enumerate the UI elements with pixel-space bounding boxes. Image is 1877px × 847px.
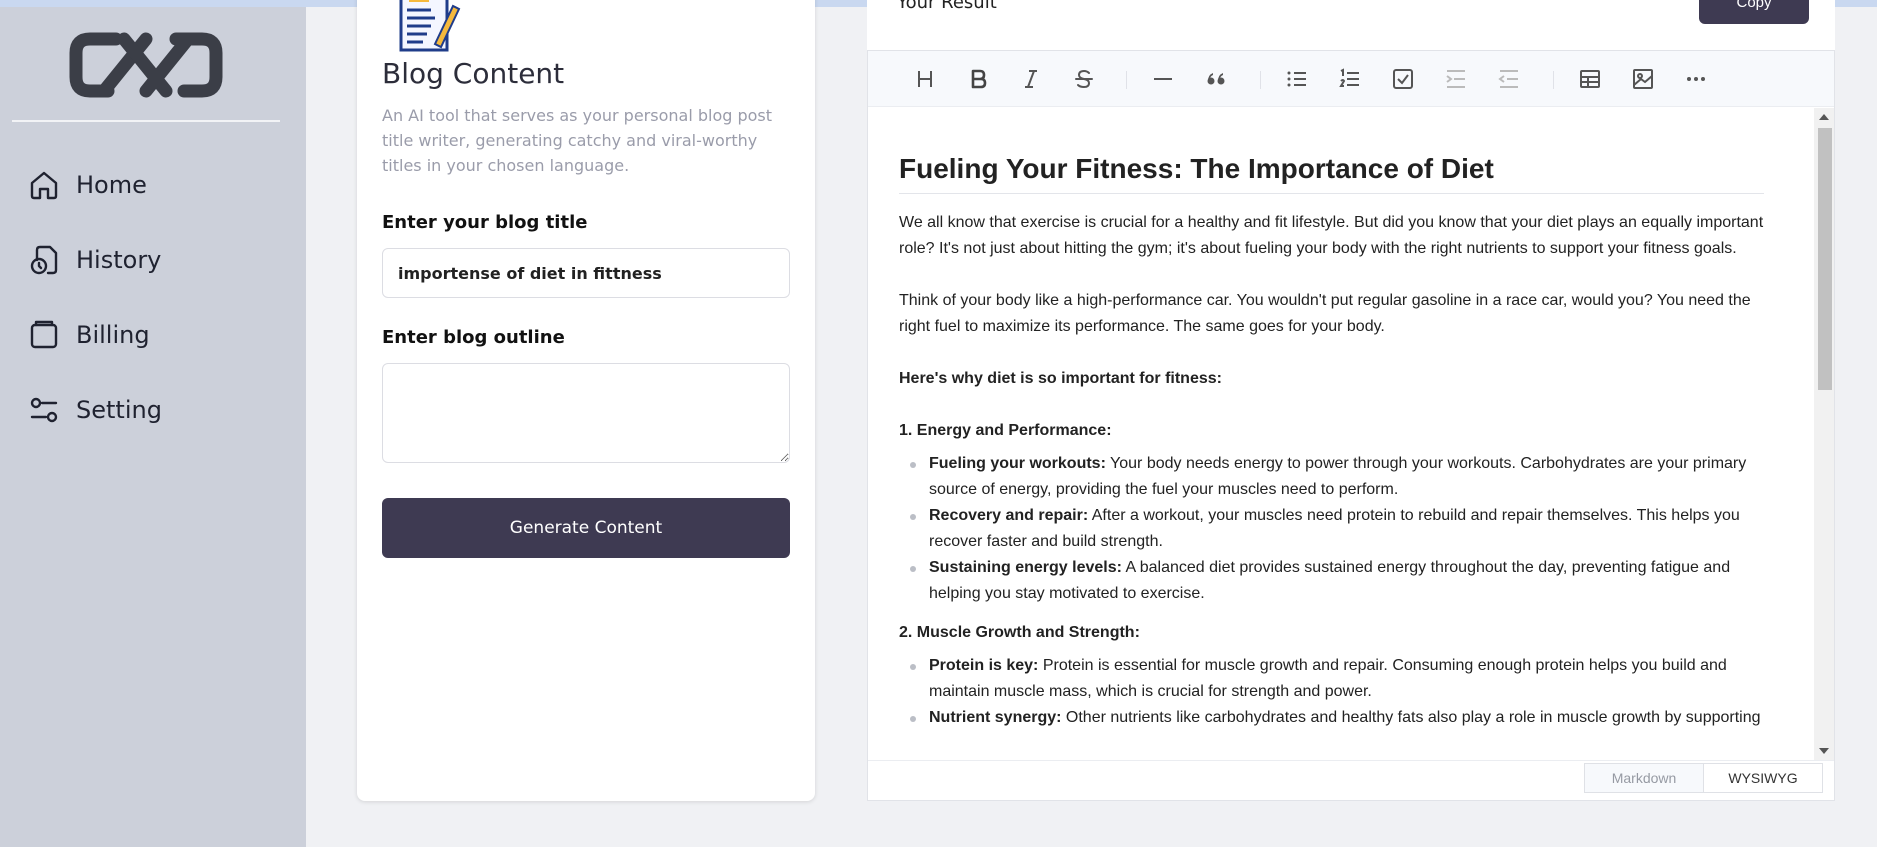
page-title: Blog Content	[382, 57, 565, 90]
blog-outline-label: Enter blog outline	[382, 327, 565, 348]
list-item: Recovery and repair: After a workout, yo…	[910, 503, 1764, 555]
blog-outline-textarea[interactable]	[382, 363, 790, 463]
sliders-icon	[30, 397, 58, 423]
sidebar-item-home[interactable]: Home	[28, 163, 278, 207]
bullet-list: Protein is key: Protein is essential for…	[899, 653, 1764, 731]
sidebar-item-label: History	[76, 246, 162, 274]
more-icon[interactable]	[1679, 62, 1713, 96]
home-icon	[30, 171, 58, 200]
strike-icon[interactable]	[1067, 62, 1101, 96]
copy-button[interactable]: Copy	[1699, 0, 1809, 24]
section-heading: 2. Muscle Growth and Strength:	[899, 624, 1140, 641]
scroll-up-arrow-icon[interactable]	[1819, 114, 1829, 120]
document-heading: Fueling Your Fitness: The Importance of …	[899, 153, 1764, 194]
result-title: Your Result	[897, 0, 997, 13]
sidebar-item-billing[interactable]: Billing	[28, 313, 278, 357]
bold-icon[interactable]	[961, 62, 995, 96]
blog-form-card: Blog Content An AI tool that serves as y…	[357, 0, 815, 801]
bullet-list-icon[interactable]	[1280, 62, 1314, 96]
quote-icon[interactable]	[1199, 62, 1233, 96]
blog-writing-icon	[399, 0, 461, 52]
editor-content[interactable]: Fueling Your Fitness: The Importance of …	[868, 108, 1814, 760]
history-icon	[30, 245, 58, 275]
list-item: Nutrient synergy: Other nutrients like c…	[910, 705, 1764, 731]
editor-toolbar	[868, 51, 1834, 107]
chain-link-logo-icon[interactable]	[68, 29, 224, 101]
generate-content-button[interactable]: Generate Content	[382, 498, 790, 558]
result-panel: Your Result Copy Fueling Your Fitness: T…	[867, 0, 1835, 801]
sidebar-item-label: Home	[76, 171, 147, 199]
sidebar: Home History Billing Setting	[0, 7, 306, 847]
tab-markdown[interactable]: Markdown	[1584, 763, 1704, 793]
scroll-down-arrow-icon[interactable]	[1819, 748, 1829, 754]
task-list-icon[interactable]	[1386, 62, 1420, 96]
section-intro: Here's why diet is so important for fitn…	[899, 370, 1222, 387]
sidebar-item-history[interactable]: History	[28, 238, 278, 282]
indent-icon[interactable]	[1439, 62, 1473, 96]
table-icon[interactable]	[1573, 62, 1607, 96]
editor-mode-switch: Markdown WYSIWYG	[868, 760, 1834, 800]
editor-scrollbar[interactable]	[1814, 108, 1834, 760]
outdent-icon[interactable]	[1492, 62, 1526, 96]
list-item: Fueling your workouts: Your body needs e…	[910, 451, 1764, 503]
paragraph: Think of your body like a high-performan…	[899, 292, 1751, 335]
toolbar-divider	[1126, 71, 1127, 89]
toolbar-divider	[1260, 71, 1261, 89]
hr-icon[interactable]	[1146, 62, 1180, 96]
blog-title-label: Enter your blog title	[382, 212, 588, 233]
tab-wysiwyg[interactable]: WYSIWYG	[1703, 763, 1823, 793]
list-item: Sustaining energy levels: A balanced die…	[910, 555, 1764, 607]
scroll-thumb[interactable]	[1818, 128, 1832, 390]
tool-description: An AI tool that serves as your personal …	[382, 106, 773, 175]
sidebar-divider	[12, 120, 280, 122]
italic-icon[interactable]	[1014, 62, 1048, 96]
list-item: Protein is key: Protein is essential for…	[910, 653, 1764, 705]
wallet-icon	[30, 320, 58, 349]
blog-title-input[interactable]	[382, 248, 790, 298]
paragraph: We all know that exercise is crucial for…	[899, 214, 1764, 257]
section-heading: 1. Energy and Performance:	[899, 422, 1112, 439]
image-icon[interactable]	[1626, 62, 1660, 96]
markdown-editor: Fueling Your Fitness: The Importance of …	[867, 50, 1835, 801]
heading-icon[interactable]	[908, 62, 942, 96]
ordered-list-icon[interactable]	[1333, 62, 1367, 96]
bullet-list: Fueling your workouts: Your body needs e…	[899, 451, 1764, 607]
sidebar-item-setting[interactable]: Setting	[28, 388, 278, 432]
toolbar-divider	[1553, 71, 1554, 89]
sidebar-item-label: Billing	[76, 321, 150, 349]
sidebar-item-label: Setting	[76, 396, 162, 424]
